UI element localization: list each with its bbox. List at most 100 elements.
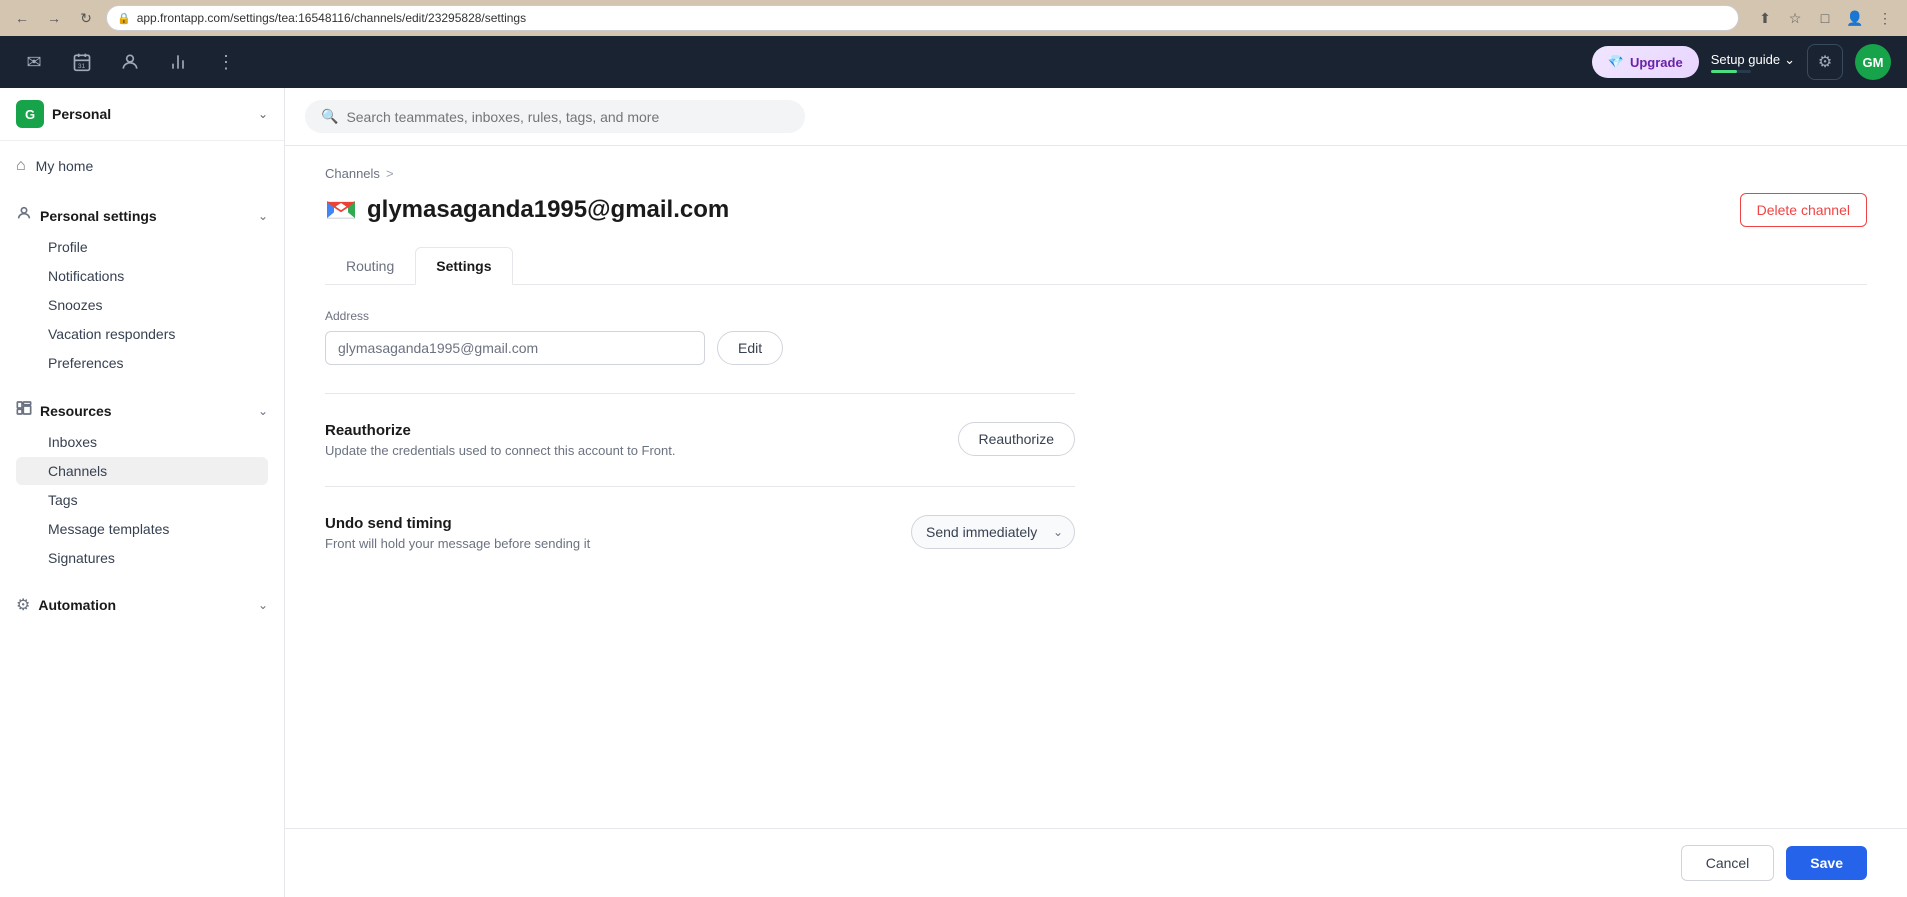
undo-timing-row: Undo send timing Front will hold your me… bbox=[325, 515, 1075, 551]
share-button[interactable]: ⬆ bbox=[1753, 6, 1777, 30]
settings-section: Address Edit Reauthorize Update the cred… bbox=[325, 309, 1075, 579]
resources-header[interactable]: Resources ⌄ bbox=[16, 394, 268, 427]
breadcrumb: Channels > bbox=[325, 166, 1867, 181]
delete-channel-button[interactable]: Delete channel bbox=[1740, 193, 1867, 227]
automation-section: ⚙ Automation ⌄ bbox=[0, 581, 284, 629]
sidebar-item-message-templates[interactable]: Message templates bbox=[16, 515, 268, 543]
save-button[interactable]: Save bbox=[1786, 846, 1867, 880]
personal-settings-section: Personal settings ⌄ Profile Notification… bbox=[0, 191, 284, 386]
reauthorize-button[interactable]: Reauthorize bbox=[958, 422, 1076, 456]
cancel-button[interactable]: Cancel bbox=[1681, 845, 1775, 881]
address-input[interactable] bbox=[325, 331, 705, 365]
automation-header[interactable]: ⚙ Automation ⌄ bbox=[16, 589, 268, 621]
extensions-button[interactable]: □ bbox=[1813, 6, 1837, 30]
automation-chevron-icon: ⌄ bbox=[258, 598, 268, 612]
address-label: Address bbox=[325, 309, 1075, 323]
page-content: Channels > bbox=[285, 146, 1907, 828]
tab-settings[interactable]: Settings bbox=[415, 247, 512, 285]
undo-timing-select[interactable]: Send immediately 5 seconds 10 seconds 30… bbox=[911, 515, 1075, 549]
sidebar-item-snoozes[interactable]: Snoozes bbox=[16, 291, 268, 319]
more-nav-button[interactable]: ⋮ bbox=[208, 44, 244, 80]
channel-title-wrap: glymasaganda1995@gmail.com bbox=[325, 194, 729, 226]
personal-settings-items: Profile Notifications Snoozes Vacation r… bbox=[16, 233, 268, 377]
bookmark-button[interactable]: ☆ bbox=[1783, 6, 1807, 30]
diamond-icon: 💎 bbox=[1608, 54, 1624, 70]
resources-section: Resources ⌄ Inboxes Channels Tags Messag… bbox=[0, 386, 284, 581]
tabs: Routing Settings bbox=[325, 247, 1867, 285]
workspace-selector[interactable]: G Personal ⌄ bbox=[0, 88, 284, 141]
upgrade-button[interactable]: 💎 Upgrade bbox=[1592, 46, 1699, 78]
reauthorize-field-group: Reauthorize Update the credentials used … bbox=[325, 422, 1075, 487]
resources-title: Resources bbox=[40, 403, 250, 419]
tab-routing[interactable]: Routing bbox=[325, 247, 415, 285]
browser-actions: ⬆ ☆ □ 👤 ⋮ bbox=[1753, 6, 1897, 30]
sidebar-item-channels[interactable]: Channels bbox=[16, 457, 268, 485]
channel-title: glymasaganda1995@gmail.com bbox=[367, 196, 729, 224]
home-icon: ⌂ bbox=[16, 157, 26, 175]
calendar-nav-button[interactable]: 31 bbox=[64, 44, 100, 80]
url-bar[interactable]: 🔒 app.frontapp.com/settings/tea:16548116… bbox=[106, 5, 1739, 31]
settings-button[interactable]: ⚙ bbox=[1807, 44, 1843, 80]
address-field-group: Address Edit bbox=[325, 309, 1075, 394]
profile-button[interactable]: 👤 bbox=[1843, 6, 1867, 30]
sidebar-item-notifications[interactable]: Notifications bbox=[16, 262, 268, 290]
sidebar-item-preferences[interactable]: Preferences bbox=[16, 349, 268, 377]
reauth-title: Reauthorize bbox=[325, 422, 958, 439]
breadcrumb-channels-link[interactable]: Channels bbox=[325, 166, 380, 181]
sidebar-item-signatures[interactable]: Signatures bbox=[16, 544, 268, 572]
app-container: ✉ 31 ⋮ 💎 Upgrade Setup guide ⌄ bbox=[0, 36, 1907, 897]
automation-title: Automation bbox=[38, 597, 250, 613]
main-area: G Personal ⌄ ⌂ My home Personal se bbox=[0, 88, 1907, 897]
reauth-row: Reauthorize Update the credentials used … bbox=[325, 422, 1075, 458]
workspace-name: Personal bbox=[52, 106, 250, 122]
setup-progress-bar bbox=[1711, 70, 1751, 73]
workspace-icon: G bbox=[16, 100, 44, 128]
sidebar: G Personal ⌄ ⌂ My home Personal se bbox=[0, 88, 285, 897]
automation-icon: ⚙ bbox=[16, 595, 30, 615]
reload-button[interactable]: ↻ bbox=[74, 6, 98, 30]
personal-settings-header[interactable]: Personal settings ⌄ bbox=[16, 199, 268, 232]
workspace-chevron-icon: ⌄ bbox=[258, 107, 268, 121]
search-input[interactable] bbox=[346, 109, 789, 125]
sidebar-item-vacation-responders[interactable]: Vacation responders bbox=[16, 320, 268, 348]
browser-bar: ← → ↻ 🔒 app.frontapp.com/settings/tea:16… bbox=[0, 0, 1907, 36]
content-area: 🔍 Channels > bbox=[285, 88, 1907, 897]
forward-button[interactable]: → bbox=[42, 6, 66, 30]
setup-progress-fill bbox=[1711, 70, 1737, 73]
personal-settings-title: Personal settings bbox=[40, 208, 250, 224]
contacts-nav-button[interactable] bbox=[112, 44, 148, 80]
search-bar-container: 🔍 bbox=[285, 88, 1907, 146]
footer-actions: Cancel Save bbox=[285, 828, 1907, 897]
menu-button[interactable]: ⋮ bbox=[1873, 6, 1897, 30]
reauth-info: Reauthorize Update the credentials used … bbox=[325, 422, 958, 458]
url-text: app.frontapp.com/settings/tea:16548116/c… bbox=[137, 11, 526, 25]
sidebar-item-inboxes[interactable]: Inboxes bbox=[16, 428, 268, 456]
sidebar-item-my-home[interactable]: ⌂ My home bbox=[0, 149, 284, 183]
search-bar: 🔍 bbox=[305, 100, 805, 133]
undo-timing-desc: Front will hold your message before send… bbox=[325, 536, 911, 551]
inbox-nav-button[interactable]: ✉ bbox=[16, 44, 52, 80]
top-nav: ✉ 31 ⋮ 💎 Upgrade Setup guide ⌄ bbox=[0, 36, 1907, 88]
channel-header: glymasaganda1995@gmail.com Delete channe… bbox=[325, 193, 1867, 227]
undo-info: Undo send timing Front will hold your me… bbox=[325, 515, 911, 551]
user-avatar-button[interactable]: GM bbox=[1855, 44, 1891, 80]
setup-guide-button[interactable]: Setup guide ⌄ bbox=[1711, 52, 1795, 68]
setup-guide-wrap: Setup guide ⌄ bbox=[1711, 52, 1795, 73]
chevron-down-icon: ⌄ bbox=[1784, 52, 1795, 68]
address-field-row: Edit bbox=[325, 331, 1075, 365]
reauth-desc: Update the credentials used to connect t… bbox=[325, 443, 958, 458]
svg-text:31: 31 bbox=[78, 63, 86, 70]
personal-settings-chevron-icon: ⌄ bbox=[258, 209, 268, 223]
resources-icon bbox=[16, 400, 32, 421]
back-button[interactable]: ← bbox=[10, 6, 34, 30]
sidebar-item-tags[interactable]: Tags bbox=[16, 486, 268, 514]
lock-icon: 🔒 bbox=[117, 12, 131, 25]
gmail-icon bbox=[325, 194, 357, 226]
search-icon: 🔍 bbox=[321, 108, 338, 125]
undo-timing-field-group: Undo send timing Front will hold your me… bbox=[325, 515, 1075, 579]
sidebar-item-profile[interactable]: Profile bbox=[16, 233, 268, 261]
person-icon bbox=[16, 205, 32, 226]
edit-button[interactable]: Edit bbox=[717, 331, 783, 365]
analytics-nav-button[interactable] bbox=[160, 44, 196, 80]
breadcrumb-separator: > bbox=[386, 166, 394, 181]
